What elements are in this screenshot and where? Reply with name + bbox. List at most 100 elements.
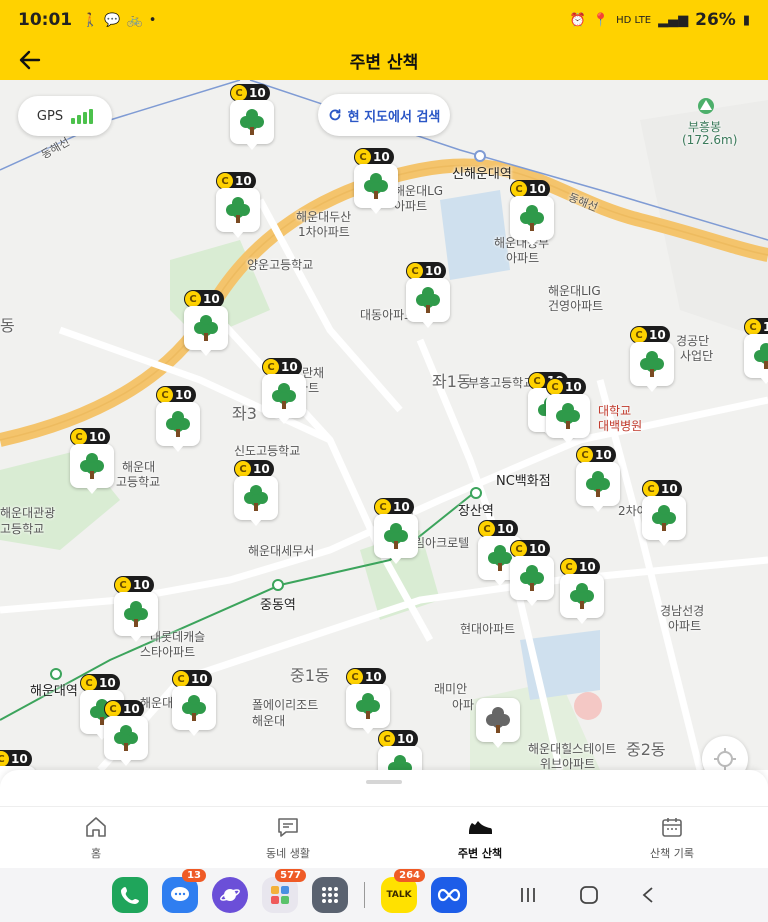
tree-marker[interactable]: C10: [630, 326, 676, 392]
back-button[interactable]: [14, 44, 46, 76]
tree-marker[interactable]: C10: [510, 540, 556, 606]
reward-amount: 10: [191, 672, 208, 686]
alarm-icon: ⏰: [569, 12, 586, 28]
gallery-folder[interactable]: 577: [262, 869, 306, 913]
tree-icon: [166, 411, 190, 437]
reward-amount: 10: [253, 462, 270, 476]
battery-level: 26%: [695, 10, 736, 30]
meta-app[interactable]: [431, 877, 467, 913]
tree-card: [378, 746, 422, 770]
tree-marker[interactable]: C10: [510, 180, 556, 246]
tree-marker[interactable]: C10: [560, 558, 606, 624]
tree-icon: [182, 695, 206, 721]
map-label: (172.6m): [682, 133, 738, 147]
reward-amount: 10: [425, 264, 442, 278]
nav-item-home[interactable]: 홈: [0, 807, 192, 868]
messages-app[interactable]: 13: [162, 869, 206, 913]
app-drawer[interactable]: [312, 877, 348, 913]
tree-icon: [272, 383, 296, 409]
talk-label: TALK: [386, 890, 412, 900]
nav-item-walk-history[interactable]: 산책 기록: [576, 807, 768, 868]
tree-marker[interactable]: C10: [104, 700, 150, 766]
tree-card: [560, 574, 604, 624]
coin-icon: C: [745, 319, 761, 335]
coin-icon: C: [173, 671, 189, 687]
bottom-sheet-handle[interactable]: [0, 770, 768, 806]
tree-card: [744, 334, 768, 384]
internet-app[interactable]: [212, 877, 248, 913]
tree-card: [354, 164, 398, 214]
nav-label: 주변 산책: [457, 846, 503, 860]
tree-marker[interactable]: C10: [576, 446, 622, 512]
tree-marker[interactable]: C10: [114, 576, 160, 642]
tree-marker[interactable]: C10: [0, 750, 38, 770]
coin-icon: C: [577, 447, 593, 463]
tree-card: [230, 100, 274, 150]
dot-icon: •: [148, 12, 157, 28]
map-label: 동: [0, 316, 15, 335]
app-screen: 10:01 🚶 💬 🚲 • ⏰ 📍 HD LTE ▂▄▆ 26% ▮ 주변 산책: [0, 0, 768, 922]
tree-marker[interactable]: C10: [156, 386, 202, 452]
tree-card: [546, 394, 590, 444]
network-label: HD LTE: [616, 14, 652, 26]
tree-marker[interactable]: C10: [172, 670, 218, 736]
recent-apps-icon[interactable]: [519, 886, 537, 904]
bike-icon: 🚲: [126, 12, 143, 28]
map-label: 현대아파트: [460, 622, 516, 636]
back-nav-icon[interactable]: [641, 886, 655, 904]
refresh-icon: [329, 109, 341, 121]
tree-marker[interactable]: C10: [234, 460, 280, 526]
tree-marker[interactable]: C10: [184, 290, 230, 356]
tree-marker[interactable]: C10: [70, 428, 116, 494]
coin-icon: C: [263, 359, 279, 375]
search-this-area-button[interactable]: 현 지도에서 검색: [318, 94, 450, 136]
phone-app[interactable]: [112, 877, 148, 913]
reward-amount: 10: [175, 388, 192, 402]
tree-marker[interactable]: C10: [374, 498, 420, 564]
tree-marker[interactable]: C10: [354, 148, 400, 214]
tree-icon: [364, 173, 388, 199]
tree-marker[interactable]: C10: [346, 668, 392, 734]
tree-marker[interactable]: C10: [230, 84, 276, 150]
arrow-left-icon: [19, 50, 41, 70]
tree-marker[interactable]: C10: [406, 262, 452, 328]
tree-marker[interactable]: C10: [642, 480, 688, 546]
tree-marker[interactable]: [476, 682, 522, 748]
tree-icon: [754, 343, 768, 369]
tree-marker[interactable]: C10: [744, 318, 768, 384]
shoe-icon: [469, 820, 492, 834]
messages-badge: 13: [182, 869, 206, 882]
reward-amount: 10: [529, 182, 546, 196]
map-label: 1차아파트: [298, 225, 350, 239]
system-dock: 13 577 TALK 264: [0, 868, 768, 922]
map-view[interactable]: 신해운대역 해운대LG 아파트 해운대두산 1차아파트 양운고등학교 해운대동부…: [0, 80, 768, 770]
gps-label: GPS: [36, 108, 64, 124]
dock-divider: [364, 882, 365, 908]
tree-card: [476, 698, 520, 748]
tree-card: [262, 374, 306, 424]
tree-marker[interactable]: C10: [216, 172, 262, 238]
tree-icon: [486, 707, 510, 733]
tree-icon: [194, 315, 218, 341]
coin-icon: C: [643, 481, 659, 497]
map-label: 래미안: [434, 682, 468, 696]
tree-icon: [640, 351, 664, 377]
nav-item-community[interactable]: 동네 생활: [192, 807, 384, 868]
talk-badge: 264: [394, 869, 425, 882]
tree-card: [234, 476, 278, 526]
coin-icon: C: [81, 675, 97, 691]
status-right-icons: ⏰ 📍 HD LTE ▂▄▆ 26% ▮: [570, 10, 750, 30]
map-label: 건영아파트: [548, 299, 604, 313]
reward-amount: 10: [365, 670, 382, 684]
kakaotalk-app[interactable]: TALK 264: [381, 869, 425, 913]
nav-item-nearby-walk[interactable]: 주변 산책: [384, 807, 576, 868]
nav-label: 산책 기록: [650, 846, 694, 860]
tree-marker[interactable]: C10: [378, 730, 424, 770]
tree-marker[interactable]: C10: [262, 358, 308, 424]
reward-amount: 10: [235, 174, 252, 188]
coin-icon: C: [185, 291, 201, 307]
tree-marker[interactable]: C10: [546, 378, 592, 444]
home-button-icon[interactable]: [579, 885, 599, 905]
coin-icon: C: [105, 701, 121, 717]
reward-amount: 10: [529, 542, 546, 556]
